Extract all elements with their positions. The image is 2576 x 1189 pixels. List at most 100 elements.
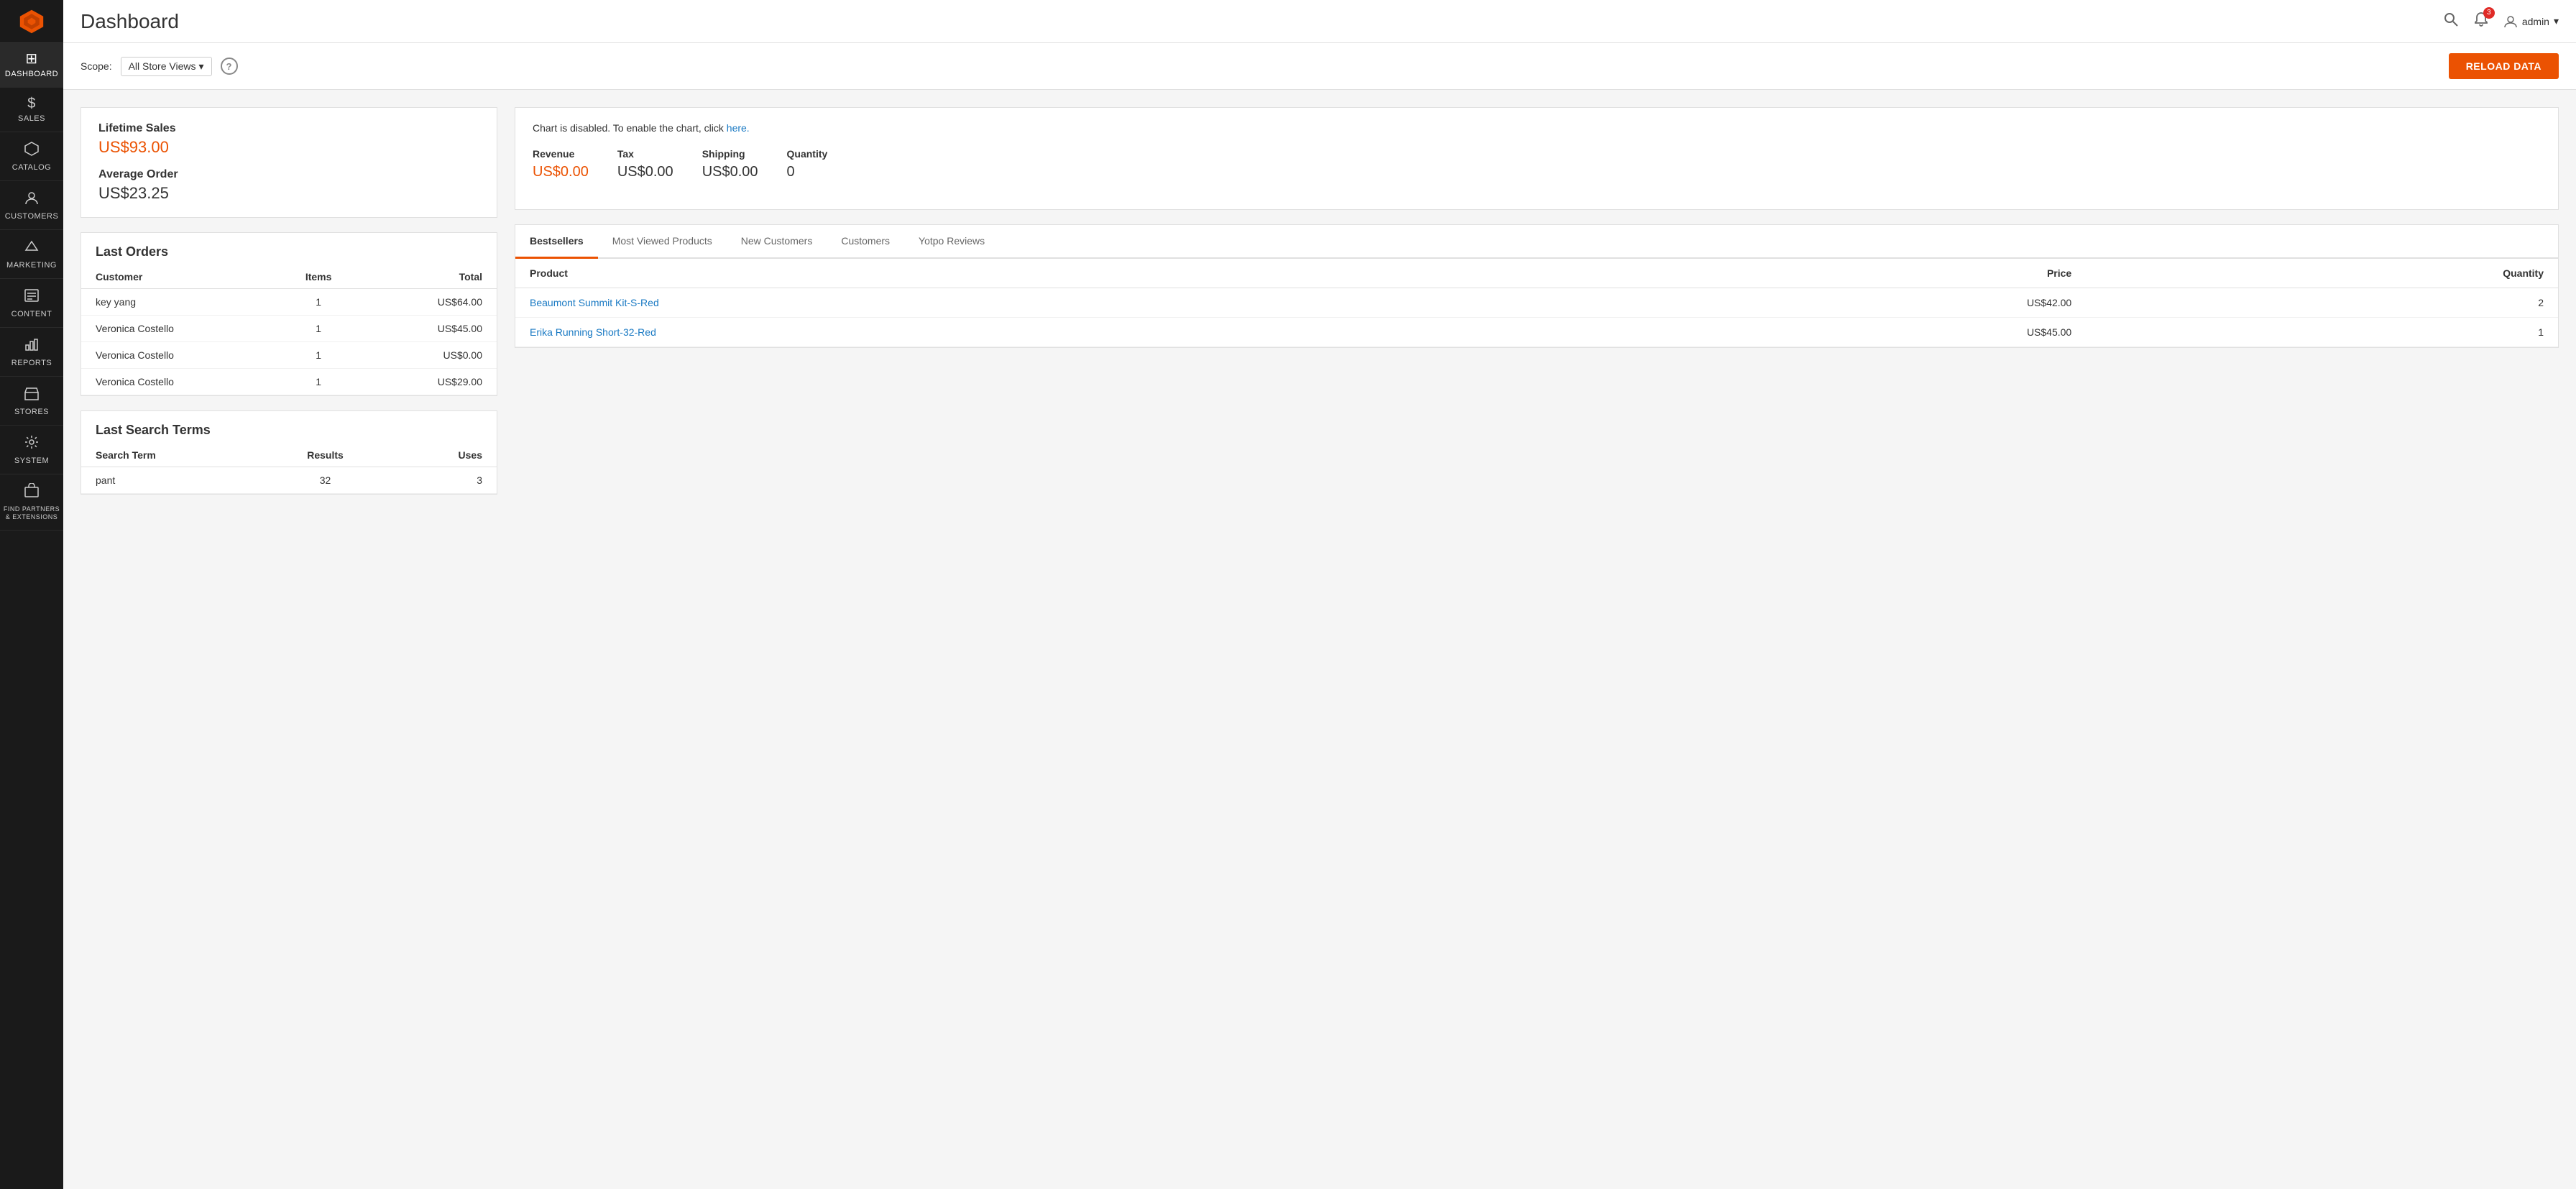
table-row: key yang1US$64.00 xyxy=(81,289,497,316)
customer-name: key yang xyxy=(81,289,270,316)
items-count: 1 xyxy=(270,289,367,316)
main-content: Dashboard 3 admin ▾ Scope: All Store Vie… xyxy=(63,0,2576,1189)
sidebar-item-content[interactable]: CONTENT xyxy=(0,279,63,328)
table-row: Beaumont Summit Kit-S-RedUS$42.002 xyxy=(515,288,2558,318)
reload-data-button[interactable]: Reload Data xyxy=(2449,53,2559,79)
quantity-value: 0 xyxy=(787,164,828,180)
col-customer: Customer xyxy=(81,265,270,289)
catalog-icon xyxy=(24,141,40,160)
table-row: Erika Running Short-32-RedUS$45.001 xyxy=(515,318,2558,347)
sidebar-item-marketing[interactable]: MARKETING xyxy=(0,230,63,279)
system-icon xyxy=(24,434,40,453)
customer-name: Veronica Costello xyxy=(81,342,270,369)
sidebar-item-label: CONTENT xyxy=(12,310,52,318)
sidebar-item-system[interactable]: SYSTEM xyxy=(0,426,63,474)
admin-label: admin xyxy=(2522,16,2549,27)
product-price: US$45.00 xyxy=(1587,318,2086,347)
col-results: Results xyxy=(260,444,391,467)
customer-name: Veronica Costello xyxy=(81,369,270,395)
sidebar-item-label: CUSTOMERS xyxy=(5,212,59,221)
tabs-header: BestsellersMost Viewed ProductsNew Custo… xyxy=(515,225,2558,259)
notification-count: 3 xyxy=(2483,7,2495,19)
tab-bestsellers[interactable]: Bestsellers xyxy=(515,225,598,259)
scope-chevron-icon: ▾ xyxy=(199,60,204,73)
uses-count: 3 xyxy=(390,467,497,494)
order-total: US$0.00 xyxy=(367,342,497,369)
shipping-label: Shipping xyxy=(702,148,758,160)
col-uses: Uses xyxy=(390,444,497,467)
chart-disabled-notice: Chart is disabled. To enable the chart, … xyxy=(515,107,2559,210)
search-term: pant xyxy=(81,467,260,494)
sales-icon: $ xyxy=(27,96,36,111)
col-total: Total xyxy=(367,265,497,289)
revenue-value: US$0.00 xyxy=(533,164,589,180)
left-column: Lifetime Sales US$93.00 Average Order US… xyxy=(80,107,497,509)
col-qty: Quantity xyxy=(2086,259,2558,288)
product-name: Erika Running Short-32-Red xyxy=(515,318,1587,347)
sidebar-item-catalog[interactable]: CATALOG xyxy=(0,132,63,181)
table-row: pant323 xyxy=(81,467,497,494)
tab-new-customers[interactable]: New Customers xyxy=(727,225,827,259)
content-area: Scope: All Store Views ▾ ? Reload Data L… xyxy=(63,43,2576,1189)
product-name: Beaumont Summit Kit-S-Red xyxy=(515,288,1587,318)
sidebar-item-dashboard[interactable]: ⊞ DASHBOARD xyxy=(0,43,63,88)
stores-icon xyxy=(24,385,40,404)
quantity-label: Quantity xyxy=(787,148,828,160)
order-total: US$29.00 xyxy=(367,369,497,395)
sidebar-item-find[interactable]: FIND PARTNERS & EXTENSIONS xyxy=(0,474,63,531)
sidebar-item-stores[interactable]: STORES xyxy=(0,377,63,426)
tab-customers[interactable]: Customers xyxy=(827,225,904,259)
last-orders-title: Last Orders xyxy=(81,233,497,265)
tax-stat: Tax US$0.00 xyxy=(617,148,673,180)
order-total: US$64.00 xyxy=(367,289,497,316)
scope-select[interactable]: All Store Views ▾ xyxy=(121,57,212,76)
chart-enable-link[interactable]: here. xyxy=(727,122,750,134)
last-search-title: Last Search Terms xyxy=(81,411,497,444)
avg-order-value: US$23.25 xyxy=(98,184,479,203)
marketing-icon xyxy=(24,239,40,257)
header: Dashboard 3 admin ▾ xyxy=(63,0,2576,43)
dashboard-body: Lifetime Sales US$93.00 Average Order US… xyxy=(63,90,2576,526)
quantity-stat: Quantity 0 xyxy=(787,148,828,180)
col-price: Price xyxy=(1587,259,2086,288)
tab-yotpo[interactable]: Yotpo Reviews xyxy=(904,225,999,259)
logo xyxy=(0,0,63,43)
avg-order-label: Average Order xyxy=(98,168,479,181)
last-search-table: Search Term Results Uses pant323 xyxy=(81,444,497,494)
find-icon xyxy=(24,483,40,502)
sidebar-item-label: FIND PARTNERS & EXTENSIONS xyxy=(3,505,60,521)
scope-label: Scope: xyxy=(80,60,112,72)
table-row: Veronica Costello1US$29.00 xyxy=(81,369,497,395)
tax-value: US$0.00 xyxy=(617,164,673,180)
customer-name: Veronica Costello xyxy=(81,316,270,342)
col-product: Product xyxy=(515,259,1587,288)
chart-disabled-text: Chart is disabled. To enable the chart, … xyxy=(533,122,727,134)
sidebar-item-customers[interactable]: CUSTOMERS xyxy=(0,181,63,230)
tabs-section: BestsellersMost Viewed ProductsNew Custo… xyxy=(515,224,2559,348)
admin-chevron-icon: ▾ xyxy=(2554,15,2559,27)
admin-user[interactable]: admin ▾ xyxy=(2503,14,2559,29)
sidebar-item-label: SYSTEM xyxy=(14,456,49,465)
right-column: Chart is disabled. To enable the chart, … xyxy=(515,107,2559,509)
scope-left: Scope: All Store Views ▾ ? xyxy=(80,57,238,76)
items-count: 1 xyxy=(270,369,367,395)
sidebar-item-label: DASHBOARD xyxy=(5,70,58,78)
shipping-stat: Shipping US$0.00 xyxy=(702,148,758,180)
help-icon[interactable]: ? xyxy=(221,58,238,75)
items-count: 1 xyxy=(270,316,367,342)
sidebar-item-reports[interactable]: REPORTS xyxy=(0,328,63,377)
sidebar-item-sales[interactable]: $ SALES xyxy=(0,88,63,132)
notifications-icon[interactable]: 3 xyxy=(2473,12,2489,32)
sidebar-item-label: REPORTS xyxy=(12,359,52,367)
tax-label: Tax xyxy=(617,148,673,160)
stats-section: Lifetime Sales US$93.00 Average Order US… xyxy=(80,107,497,218)
tab-most-viewed[interactable]: Most Viewed Products xyxy=(598,225,727,259)
sidebar-item-label: STORES xyxy=(14,408,49,416)
last-orders-table: Customer Items Total key yang1US$64.00Ve… xyxy=(81,265,497,395)
search-icon[interactable] xyxy=(2443,12,2459,32)
scope-bar: Scope: All Store Views ▾ ? Reload Data xyxy=(63,43,2576,90)
bestsellers-table: Product Price Quantity Beaumont Summit K… xyxy=(515,259,2558,347)
sidebar-item-label: SALES xyxy=(18,114,45,123)
shipping-value: US$0.00 xyxy=(702,164,758,180)
sidebar-item-label: MARKETING xyxy=(6,261,57,270)
